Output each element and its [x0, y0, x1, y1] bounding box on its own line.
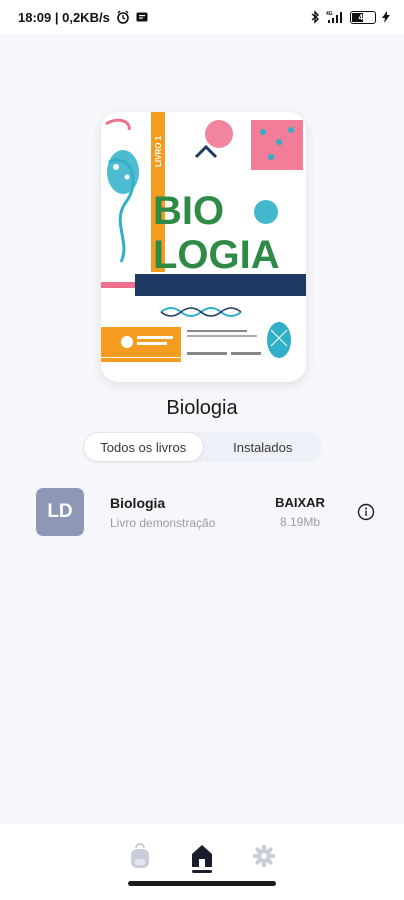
backpack-icon[interactable]: [124, 838, 156, 874]
cover-title-line1: BIO: [153, 189, 224, 233]
filter-tabs: Todos os livros Instalados: [83, 432, 322, 462]
list-item[interactable]: LD Biologia Livro demonstração BAIXAR 8.…: [36, 486, 381, 538]
bottom-navigation: [0, 824, 404, 900]
battery-icon: 44: [350, 10, 376, 24]
battery-level: 44: [358, 12, 368, 22]
cover-title-line2: LOGIA: [153, 233, 280, 277]
bluetooth-icon: [310, 10, 320, 24]
tab-all-books[interactable]: Todos os livros: [83, 432, 204, 462]
gear-icon[interactable]: [248, 838, 280, 874]
info-icon[interactable]: [355, 501, 377, 523]
book-avatar: LD: [36, 488, 84, 536]
charging-icon: [382, 11, 390, 23]
cover-series-label: LIVRO 1: [154, 135, 163, 167]
book-item-subtitle: Livro demonstração: [110, 515, 216, 530]
file-size: 8.19Mb: [279, 515, 321, 529]
book-info: Biologia Livro demonstração: [110, 495, 230, 530]
gesture-bar[interactable]: [128, 881, 276, 886]
book-item-title: Biologia: [110, 494, 166, 511]
active-tab-indicator: [192, 870, 212, 873]
download-area: BAIXAR 8.19Mb: [265, 495, 335, 529]
status-bar: 18:09 | 0,2KB/s 4G 44: [0, 0, 404, 34]
book-cover[interactable]: LIVRO 1 BIO LOGIA: [101, 112, 306, 382]
download-button[interactable]: BAIXAR: [265, 495, 335, 510]
svg-text:4G: 4G: [326, 11, 333, 17]
home-icon[interactable]: [186, 838, 218, 874]
status-time: 18:09 | 0,2KB/s: [18, 9, 110, 25]
notification-icon: [136, 12, 148, 22]
tab-installed[interactable]: Instalados: [204, 432, 323, 462]
signal-icon: 4G: [326, 10, 344, 24]
alarm-icon: [116, 10, 130, 24]
book-title: Biologia: [166, 397, 238, 419]
